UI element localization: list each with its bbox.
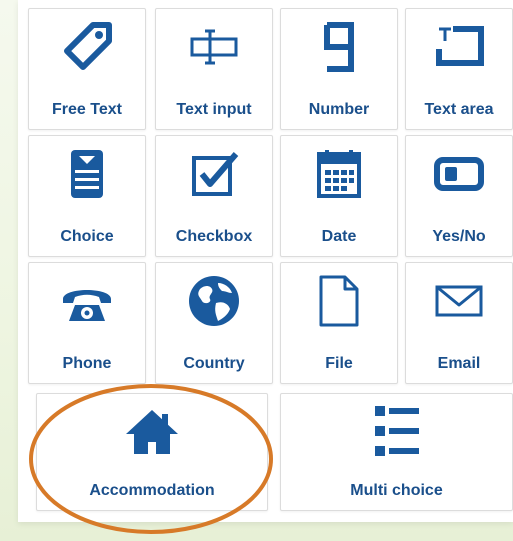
phone-icon: [59, 273, 115, 329]
tile-number[interactable]: Number: [280, 8, 398, 130]
tile-text-area[interactable]: Text area: [405, 8, 513, 130]
tile-phone[interactable]: Phone: [28, 262, 146, 384]
tile-multi-choice[interactable]: Multi choice: [280, 393, 513, 511]
tile-label: Yes/No: [432, 228, 486, 245]
tile-file[interactable]: File: [280, 262, 398, 384]
list-icon: [367, 402, 427, 462]
number-icon: [311, 19, 367, 75]
tile-accommodation[interactable]: Accommodation: [36, 393, 268, 511]
tile-label: Accommodation: [89, 482, 215, 499]
checkbox-icon: [186, 146, 242, 202]
tile-label: Text input: [176, 101, 252, 118]
calendar-icon: [311, 146, 367, 202]
tile-checkbox[interactable]: Checkbox: [155, 135, 273, 257]
tile-label: Choice: [60, 228, 114, 245]
house-icon: [122, 406, 182, 458]
tile-label: Free Text: [52, 101, 122, 118]
tile-text-input[interactable]: Text input: [155, 8, 273, 130]
choice-icon: [59, 146, 115, 202]
text-input-icon: [186, 19, 242, 75]
tile-label: Date: [321, 228, 357, 245]
tile-label: Phone: [62, 355, 112, 372]
tile-choice[interactable]: Choice: [28, 135, 146, 257]
field-type-palette: Free Text Text input Number Text area Ch…: [18, 0, 513, 522]
tile-free-text[interactable]: Free Text: [28, 8, 146, 130]
tile-label: Country: [183, 355, 245, 372]
tile-label: Email: [437, 355, 481, 372]
tile-label: Text area: [424, 101, 494, 118]
tile-country[interactable]: Country: [155, 262, 273, 384]
envelope-icon: [431, 273, 487, 329]
tile-date[interactable]: Date: [280, 135, 398, 257]
tile-yes-no[interactable]: Yes/No: [405, 135, 513, 257]
tag-icon: [59, 19, 115, 75]
tile-label: File: [325, 355, 353, 372]
text-area-icon: [431, 19, 487, 75]
file-icon: [311, 273, 367, 329]
toggle-icon: [431, 146, 487, 202]
globe-icon: [186, 273, 242, 329]
tile-label: Multi choice: [350, 482, 443, 499]
tile-email[interactable]: Email: [405, 262, 513, 384]
tile-label: Number: [308, 101, 370, 118]
tile-label: Checkbox: [175, 228, 253, 245]
